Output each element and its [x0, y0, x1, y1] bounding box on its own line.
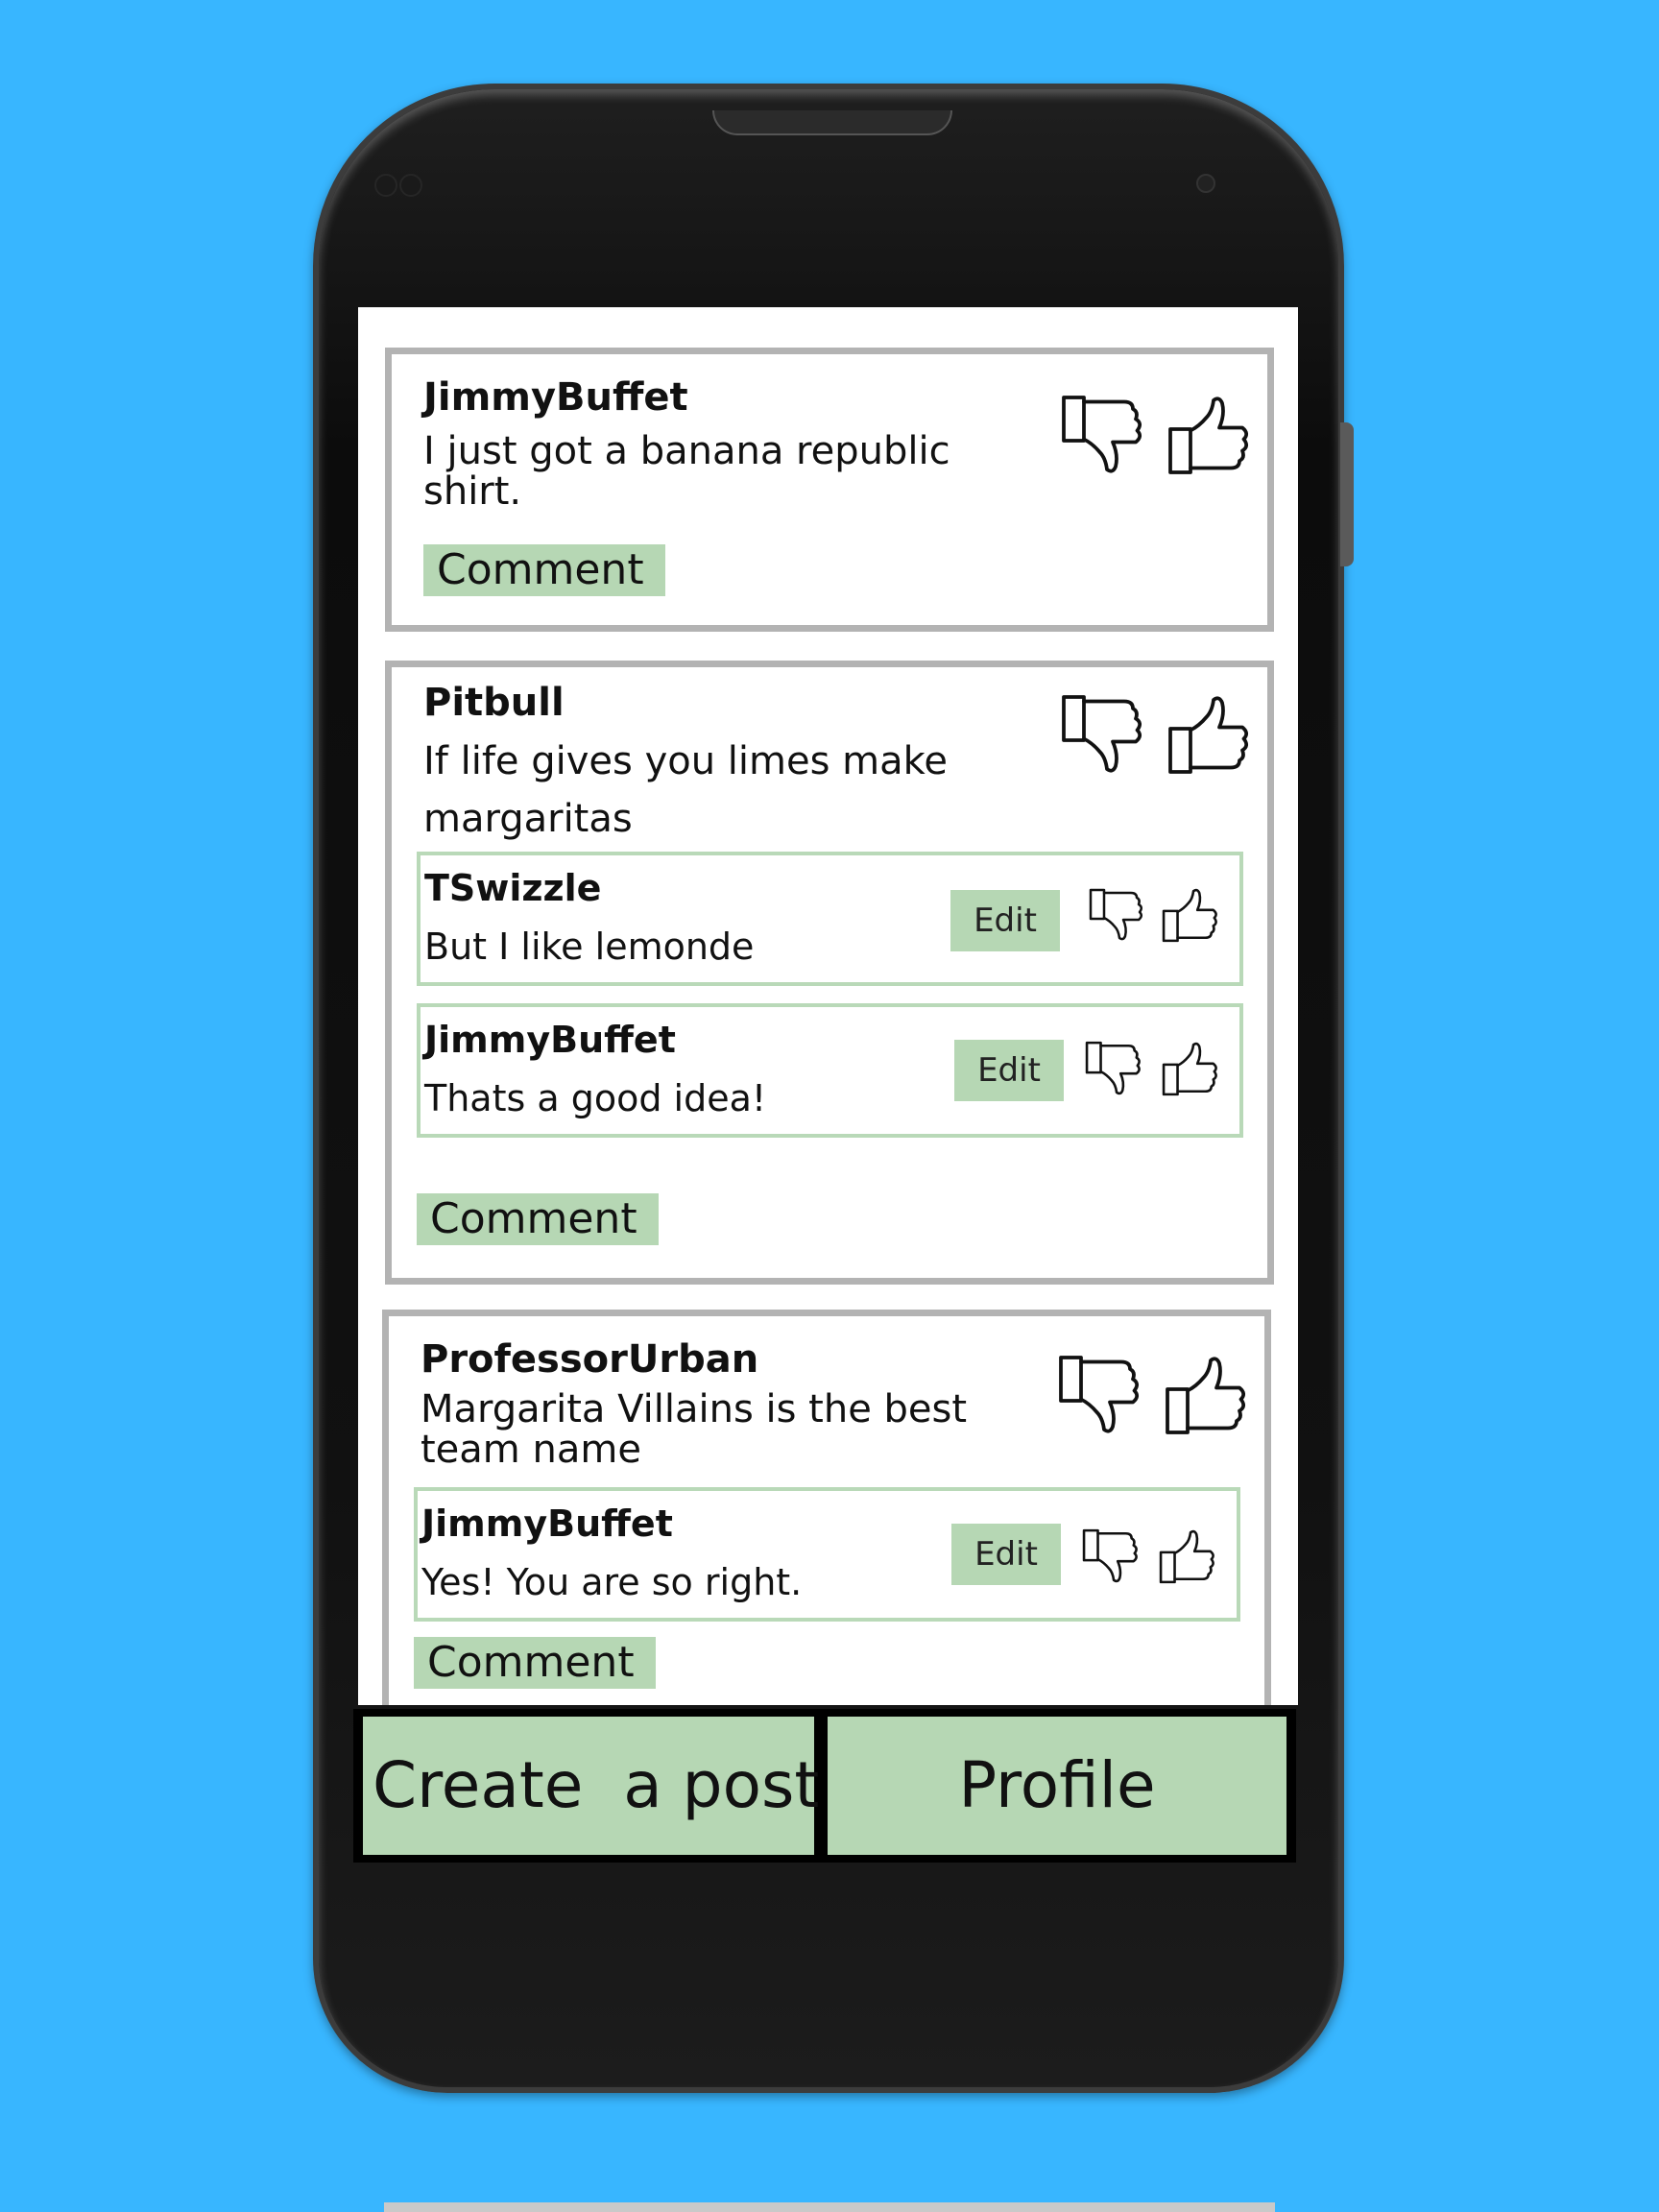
phone-sensor: [399, 174, 422, 197]
reply-author: JimmyBuffet: [424, 1019, 676, 1061]
phone-camera: [1196, 174, 1215, 193]
thumbs-down-icon[interactable]: [1061, 395, 1147, 475]
post-card: ProfessorUrban Margarita Villains is the…: [382, 1310, 1271, 1705]
reply-card: JimmyBuffet Thats a good idea! Edit: [417, 1003, 1243, 1138]
edit-button[interactable]: Edit: [950, 890, 1060, 951]
post-text: Margarita Villains is the best team name: [421, 1387, 968, 1472]
post-card: JimmyBuffet I just got a banana republic…: [385, 348, 1274, 632]
reply-author: JimmyBuffet: [421, 1503, 673, 1545]
reply-author: TSwizzle: [424, 867, 602, 909]
thumbs-up-icon[interactable]: [1165, 1355, 1251, 1435]
reply-card: TSwizzle But I like lemonde Edit: [417, 852, 1243, 986]
phone-side-button: [1340, 422, 1354, 566]
bottom-bar: [384, 2202, 1275, 2212]
thumbs-down-icon[interactable]: [1061, 694, 1147, 775]
post-author: JimmyBuffet: [423, 375, 688, 420]
edit-button[interactable]: Edit: [951, 1524, 1061, 1585]
thumbs-down-icon[interactable]: [1058, 1355, 1144, 1435]
thumbs-down-icon[interactable]: [1089, 886, 1146, 944]
post-card: Pitbull If life gives you limes make mar…: [385, 661, 1274, 1285]
post-text: If life gives you limes make margaritas: [423, 739, 948, 841]
profile-button[interactable]: Profile: [828, 1717, 1286, 1855]
reply-text: Yes! You are so right.: [421, 1561, 803, 1603]
post-author: Pitbull: [423, 681, 565, 725]
thumbs-up-icon[interactable]: [1162, 1040, 1221, 1097]
app-screen: JimmyBuffet I just got a banana republic…: [358, 307, 1298, 1705]
post-author: ProfessorUrban: [421, 1337, 759, 1382]
reply-card: JimmyBuffet Yes! You are so right. Edit: [414, 1487, 1240, 1622]
thumbs-up-icon[interactable]: [1159, 1527, 1218, 1585]
thumbs-up-icon[interactable]: [1167, 694, 1254, 775]
comment-button[interactable]: Comment: [414, 1637, 656, 1689]
comment-button[interactable]: Comment: [417, 1193, 659, 1245]
phone-sensor: [374, 174, 397, 197]
comment-button[interactable]: Comment: [423, 544, 665, 596]
bottom-nav: Create a post Profile: [353, 1709, 1296, 1863]
thumbs-down-icon[interactable]: [1085, 1040, 1144, 1097]
edit-button[interactable]: Edit: [954, 1040, 1064, 1101]
create-post-button[interactable]: Create a post: [363, 1717, 819, 1855]
reply-text: Thats a good idea!: [424, 1077, 767, 1119]
thumbs-up-icon[interactable]: [1167, 395, 1254, 475]
phone-notch: [712, 110, 952, 135]
thumbs-up-icon[interactable]: [1162, 886, 1221, 944]
reply-text: But I like lemonde: [424, 926, 755, 968]
thumbs-down-icon[interactable]: [1082, 1527, 1142, 1585]
post-text: I just got a banana republic shirt.: [423, 429, 950, 514]
